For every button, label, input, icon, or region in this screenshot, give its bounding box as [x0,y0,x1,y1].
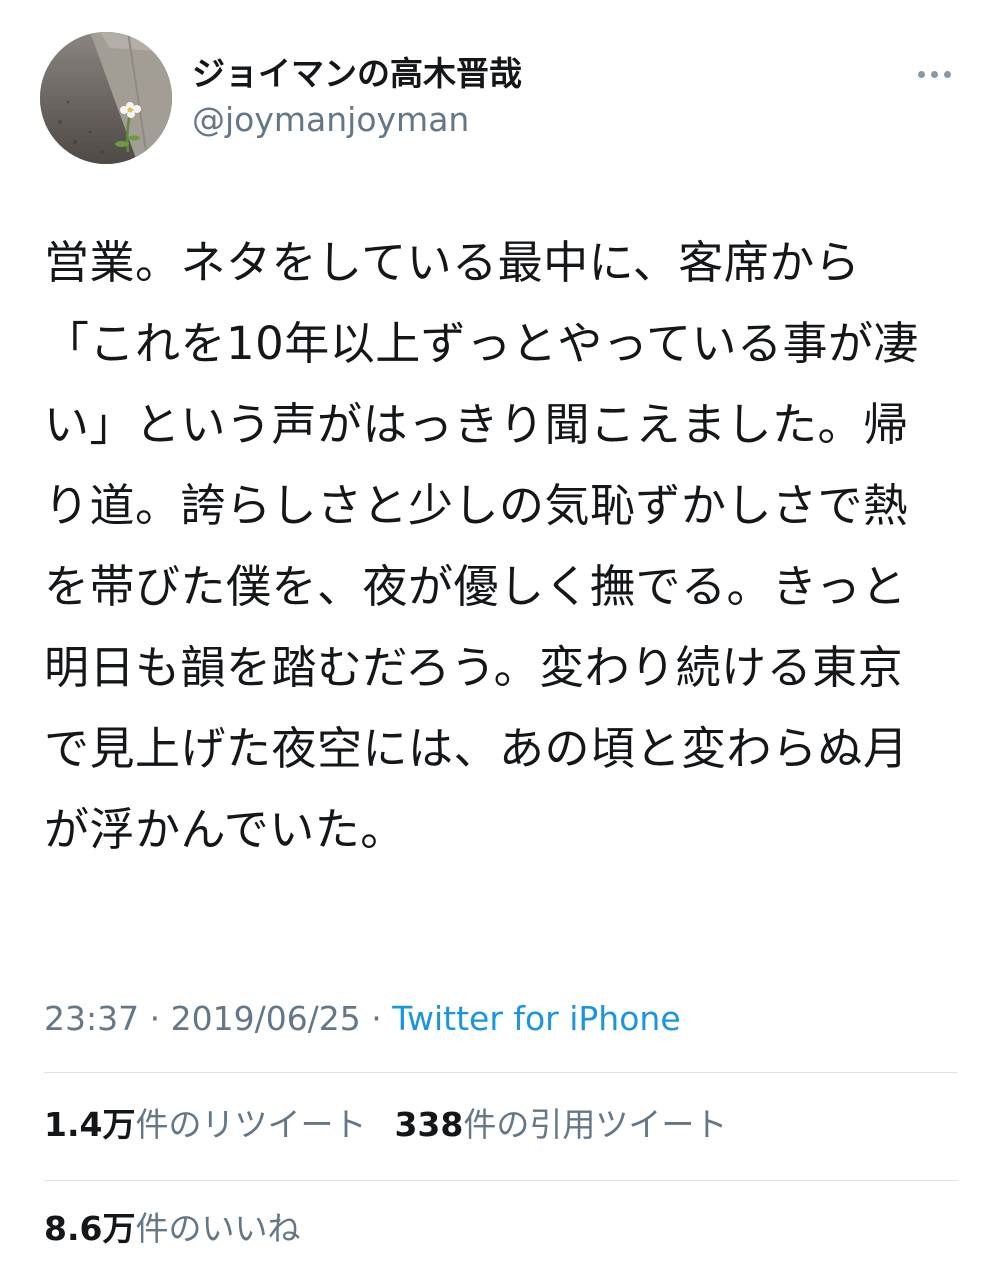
avatar-photo [40,32,172,164]
more-dot [930,70,938,78]
meta-separator: · [360,999,393,1038]
tweet-detail: ジョイマンの高木晋哉 @joymanjoyman 営業。ネタをしている最中に、客… [0,0,998,1280]
likes-label: 件のいいね [135,1209,301,1248]
more-dot [943,70,951,78]
tweet-date[interactable]: 2019/06/25 [171,999,361,1038]
avatar[interactable] [40,32,172,164]
stats-row: 1.4万件のリツイート 338件の引用ツイート [44,1104,755,1146]
quotes-stat[interactable]: 338件の引用ツイート [394,1104,727,1146]
user-handle[interactable]: @joymanjoyman [192,100,469,140]
tweet-time[interactable]: 23:37 [44,999,139,1038]
more-dot [917,70,925,78]
meta-separator: · [139,999,171,1038]
retweets-count: 1.4万 [44,1105,136,1144]
more-options-icon[interactable] [906,54,962,94]
quotes-label: 件の引用ツイート [463,1105,728,1144]
likes-stat[interactable]: 8.6万件のいいね [44,1208,300,1250]
retweets-stat[interactable]: 1.4万件のリツイート [44,1104,366,1146]
quotes-count: 338 [394,1105,464,1144]
tweet-source-link[interactable]: Twitter for iPhone [392,999,680,1038]
retweets-label: 件のリツイート [135,1105,367,1144]
likes-count: 8.6万 [44,1209,136,1248]
likes-row: 8.6万件のいいね [44,1208,328,1250]
divider [44,1072,958,1073]
tweet-meta: 23:37 · 2019/06/25 · Twitter for iPhone [44,998,681,1040]
display-name[interactable]: ジョイマンの高木晋哉 [192,54,522,94]
divider [44,1180,958,1181]
tweet-text: 営業。ネタをしている最中に、客席から「これを10年以上ずっとやっている事が凄い」… [44,236,920,856]
